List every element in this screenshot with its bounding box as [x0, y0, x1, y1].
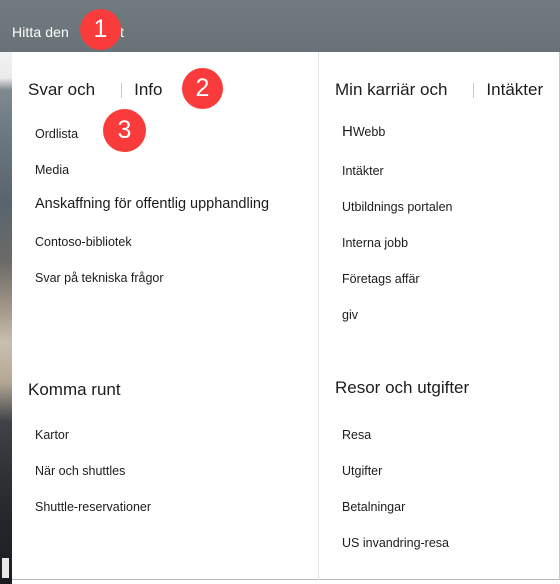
menu-group-svar-och-info: Svar och Info Ordlista Media Anskaffning…	[28, 80, 318, 285]
background-edge-strip	[0, 52, 12, 584]
menu-link-nar-och-shuttles[interactable]: När och shuttles	[35, 463, 125, 479]
menu-link-interna-jobb[interactable]: Interna jobb	[342, 235, 408, 251]
menu-link-media[interactable]: Media	[35, 162, 69, 178]
menu-link-utbildnings-portalen[interactable]: Utbildnings portalen	[342, 199, 453, 215]
menu-link-betalningar[interactable]: Betalningar	[342, 499, 405, 515]
menu-group-heading: Komma runt	[28, 380, 318, 400]
menu-link-utgifter[interactable]: Utgifter	[342, 463, 382, 479]
menu-group-heading: Resor och utgifter	[335, 378, 560, 398]
menu-link-kartor[interactable]: Kartor	[35, 427, 69, 443]
heading-separator	[121, 82, 123, 98]
column-divider	[318, 52, 319, 580]
heading-separator	[473, 82, 475, 98]
callout-badge-3: 3	[103, 109, 146, 152]
menu-group-komma-runt: Komma runt Kartor När och shuttles Shutt…	[28, 380, 318, 514]
menu-link-hr-webb-initial: H	[342, 123, 353, 140]
menu-group-heading-secondary: Info	[134, 80, 163, 99]
menu-link-hr-webb[interactable]: HWebb	[342, 124, 385, 140]
menu-link-svar-tekniska-fragor[interactable]: Svar på tekniska frågor	[35, 270, 164, 286]
menu-group-heading-secondary: Intäkter	[486, 80, 544, 99]
menu-group-heading-primary: Resor och utgifter	[335, 378, 470, 397]
menu-link-giv[interactable]: giv	[342, 307, 358, 323]
menu-group-heading-primary: Komma runt	[28, 380, 121, 399]
menu-group-heading-primary: Svar och	[28, 80, 96, 99]
menu-link-hr-webb-rest: Webb	[352, 125, 386, 139]
menu-group-heading-primary: Min karriär och	[335, 80, 448, 99]
mega-menu-panel: Svar och Info Ordlista Media Anskaffning…	[12, 52, 560, 580]
menu-group-heading: Min karriär och Intäkter	[335, 80, 560, 100]
screenshot-root: Hitta den t Svar och Info Ordlista Media…	[0, 0, 560, 584]
menu-group-resor-och-utgifter: Resor och utgifter Resa Utgifter Betalni…	[335, 378, 560, 550]
callout-badge-2: 2	[182, 68, 223, 109]
nav-item-hitta-den[interactable]: Hitta den	[12, 24, 69, 40]
menu-link-anskaffning[interactable]: Anskaffning för offentlig upphandling	[35, 196, 269, 212]
menu-link-us-invandring-resa[interactable]: US invandring-resa	[342, 535, 449, 551]
menu-group-min-karriar: Min karriär och Intäkter HWebb Intäkter …	[335, 80, 560, 322]
menu-link-shuttle-reservationer[interactable]: Shuttle-reservationer	[35, 499, 151, 515]
callout-badge-1: 1	[80, 9, 121, 50]
background-edge-artifact	[2, 558, 9, 578]
menu-link-intakter[interactable]: Intäkter	[342, 163, 384, 179]
menu-link-resa[interactable]: Resa	[342, 427, 371, 443]
menu-link-foretags-affar[interactable]: Företags affär	[342, 271, 420, 287]
menu-group-heading: Svar och Info	[28, 80, 318, 100]
menu-link-ordlista[interactable]: Ordlista	[35, 126, 78, 142]
menu-link-contoso-bibliotek[interactable]: Contoso-bibliotek	[35, 234, 132, 250]
